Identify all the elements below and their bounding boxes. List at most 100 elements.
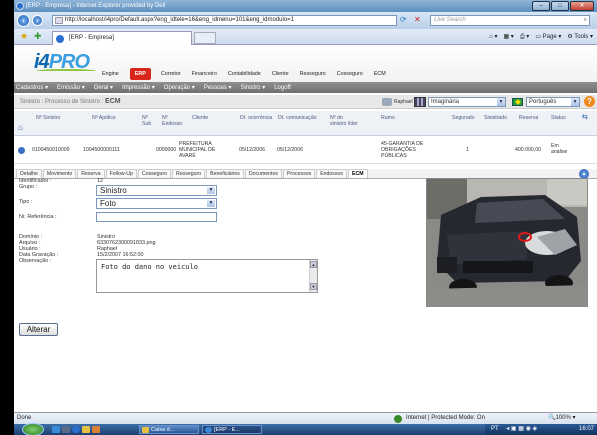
export-icon[interactable]: ⇆ (582, 114, 588, 121)
col-endosso[interactable]: Nº Endosso (162, 115, 182, 127)
tab-documentos[interactable]: Documentos (244, 169, 282, 178)
tools-menu[interactable]: ⚙ Tools ▾ (567, 32, 593, 42)
feeds-icon[interactable]: ▦ ▾ (503, 32, 513, 42)
nav-financeiro[interactable]: Financeiro (192, 71, 217, 77)
table-header: ⌂ Nº Sinistro Nº Apólice Nº Sub Nº Endos… (14, 111, 597, 136)
nav-erp[interactable]: ERP (129, 68, 151, 80)
tab-endossos[interactable]: Endossos (316, 169, 347, 178)
tipo-select[interactable]: Foto ▼ (96, 198, 217, 209)
search-input[interactable]: Live Search ⌕ (430, 15, 590, 26)
menu-geral[interactable]: Geral ▾ (94, 84, 113, 91)
tab-resseguro[interactable]: Resseguro (172, 169, 206, 178)
nav-contabilidade[interactable]: Contabilidade (228, 71, 261, 77)
menu-impressao[interactable]: Impressão ▾ (122, 84, 155, 91)
col-sinistro[interactable]: Nº Sinistro (36, 115, 60, 121)
grupo-select[interactable]: Sinistro ▼ (96, 185, 217, 196)
forward-icon[interactable]: › (32, 15, 43, 26)
language-indicator[interactable]: PT (491, 426, 499, 432)
col-status[interactable]: Status (551, 115, 566, 121)
col-dt-ocorrencia[interactable]: Dt. ocorrência (240, 115, 274, 121)
col-reserva[interactable]: Reserva (519, 115, 538, 121)
chevron-down-icon: ▼ (207, 200, 215, 207)
ie-tab-icon (56, 35, 64, 43)
ie-quicklaunch-icon[interactable] (72, 426, 80, 433)
nav-corretor[interactable]: Corretor (161, 71, 181, 77)
chevron-down-icon: ▼ (207, 187, 215, 194)
menu-pessoas[interactable]: Pessoas ▾ (204, 84, 232, 91)
nav-resseguro[interactable]: Resseguro (300, 71, 326, 77)
col-ramo[interactable]: Ramo (381, 115, 395, 121)
textarea-scrollbar[interactable]: ▲ ▼ (309, 260, 317, 292)
col-sub[interactable]: Nº Sub (142, 115, 156, 127)
favorites-star-icon[interactable]: ★ (20, 31, 28, 42)
nav-ecm[interactable]: ECM (374, 71, 386, 77)
menu-operacao[interactable]: Operação ▾ (164, 84, 195, 91)
tab-reserva[interactable]: Reserva (77, 169, 105, 178)
new-tab-button[interactable] (194, 32, 216, 44)
col-cliente[interactable]: Cliente (192, 115, 208, 121)
taskbar: Caixa d... [ERP - E... PT ◂ ▣ ▦ ◉ ◈ 16:0… (14, 423, 597, 435)
col-dt-comunicacao[interactable]: Dt. comunicação (278, 115, 318, 121)
referencia-input[interactable] (96, 212, 217, 222)
table-row[interactable]: 0100450010009 1004500000111 0000000 PREF… (14, 136, 597, 164)
maximize-button[interactable]: □ (551, 1, 569, 11)
cliente-cell: PREFEITURA MUNICIPAL DE AVARÉ (179, 141, 216, 159)
brazil-flag-icon (512, 98, 523, 106)
col-sinistrado[interactable]: Sinistrado (484, 115, 507, 121)
col-sinistro-lider[interactable]: Nº do sinistro líder (330, 115, 358, 127)
home-icon[interactable]: ⌂ (18, 123, 23, 132)
language-select[interactable]: Português ▼ (526, 97, 580, 107)
stop-icon[interactable]: ✕ (414, 15, 426, 26)
menu-logoff[interactable]: Logoff (274, 85, 291, 91)
theme-select[interactable]: Imaginária ▼ (428, 97, 506, 107)
task-erp[interactable]: [ERP - E... (202, 425, 262, 434)
switch-windows-icon[interactable] (62, 426, 70, 433)
show-desktop-icon[interactable] (52, 426, 60, 433)
tab-follow-up[interactable]: Follow-Up (105, 169, 137, 178)
tab-movimento[interactable]: Movimento (42, 169, 77, 178)
refresh-icon[interactable]: ⟳ (400, 15, 412, 26)
tab-ecm[interactable]: ECM (347, 169, 368, 178)
tab-detalhe[interactable]: Detalhe (16, 169, 42, 178)
ie-icon (205, 427, 212, 433)
col-apolice[interactable]: Nº Apólice (92, 115, 116, 121)
menu-cadastros[interactable]: Cadastros ▾ (16, 84, 48, 91)
nav-cliente[interactable]: Cliente (272, 71, 289, 77)
nav-engine[interactable]: Engine (102, 71, 119, 77)
zoom-level[interactable]: 🔍100% ▾ (548, 413, 576, 424)
menu-sinistro[interactable]: Sinistro ▾ (241, 84, 266, 91)
help-icon[interactable]: ? (584, 96, 595, 107)
tab-erp[interactable]: [ERP - Empresa] (52, 31, 192, 45)
minimize-button[interactable]: – (532, 1, 550, 11)
back-icon[interactable]: ‹ (17, 14, 30, 27)
col-segurado[interactable]: Segurado (452, 115, 475, 121)
scroll-up-icon[interactable]: ▲ (310, 261, 317, 268)
tab-beneficiarios[interactable]: Beneficiários (206, 169, 244, 178)
alterar-button[interactable]: Alterar (19, 323, 58, 336)
folder-icon[interactable] (82, 426, 90, 433)
scroll-down-icon[interactable]: ▼ (310, 283, 317, 290)
nav-cosseguro[interactable]: Cosseguro (337, 71, 363, 77)
security-zone[interactable]: Internet | Protected Mode: On (394, 413, 485, 424)
clock[interactable]: 16:07 (579, 424, 594, 435)
globe-icon (394, 415, 402, 423)
damage-photo (426, 178, 588, 307)
page-menu[interactable]: ▭ Page ▾ (535, 32, 561, 42)
print-icon[interactable]: ⎙ ▾ (520, 32, 529, 42)
tab-processos[interactable]: Processos (282, 169, 316, 178)
close-button[interactable]: ✕ (570, 1, 594, 11)
main-menu: Cadastros ▾ Emissão ▾ Geral ▾ Impressão … (14, 82, 597, 93)
start-button[interactable] (22, 423, 44, 435)
tab-cosseguro[interactable]: Cosseguro (137, 169, 172, 178)
observacao-textarea[interactable]: Foto do dano no veiculo ▲ ▼ (96, 259, 318, 293)
menu-emissao[interactable]: Emissão ▾ (57, 84, 85, 91)
identificador-value: 12 (97, 178, 103, 184)
add-favorite-icon[interactable]: ✚ (34, 31, 42, 42)
tray-icons[interactable]: ◂ ▣ ▦ ◉ ◈ (506, 426, 537, 432)
home-icon[interactable]: ⌂ ▾ (489, 32, 497, 42)
outlook-icon[interactable] (92, 426, 100, 433)
user-label: Raphael (382, 97, 413, 107)
address-input[interactable]: http://localhost/i4pro/Default.aspx?eng_… (52, 15, 397, 26)
search-icon[interactable]: ⌕ (584, 16, 587, 25)
task-caixa[interactable]: Caixa d... (139, 425, 199, 434)
